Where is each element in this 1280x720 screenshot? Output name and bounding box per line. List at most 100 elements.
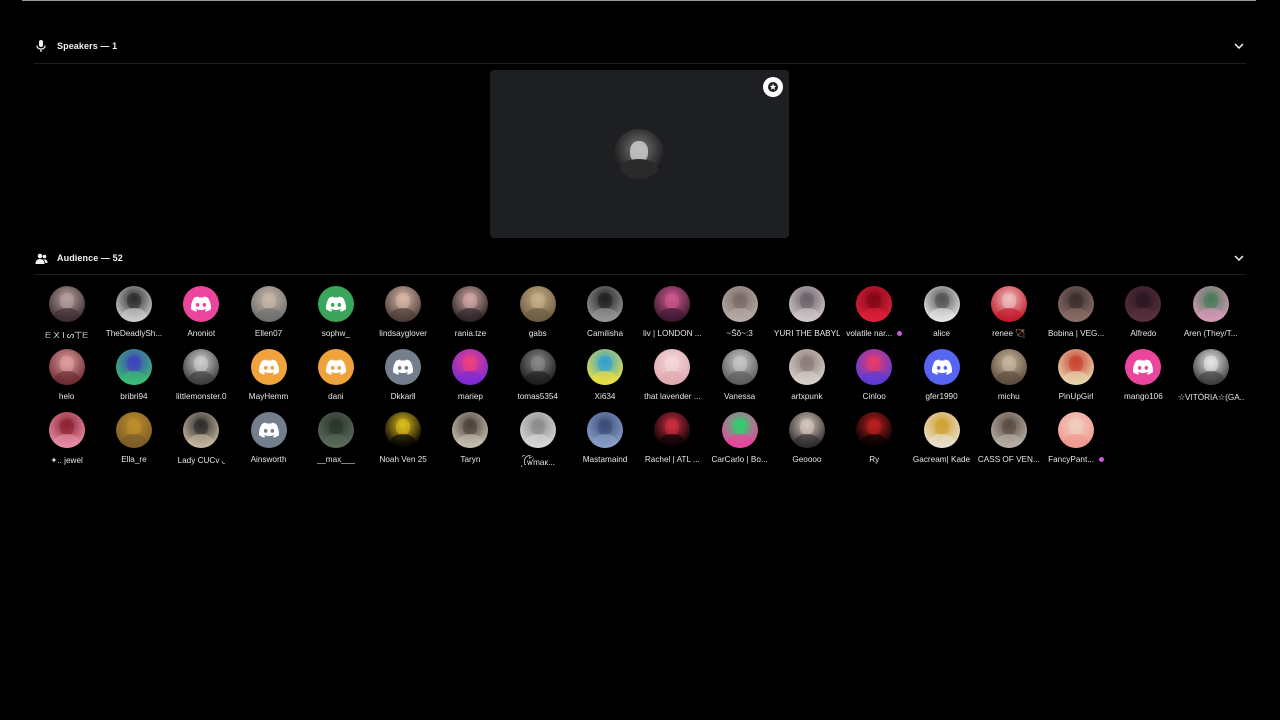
member-avatar[interactable]: [1058, 286, 1095, 322]
member-avatar[interactable]: [923, 286, 960, 322]
audience-member[interactable]: littlemonster.0: [168, 349, 235, 412]
member-avatar[interactable]: [519, 349, 556, 385]
member-avatar[interactable]: [654, 412, 691, 448]
member-avatar[interactable]: [990, 286, 1027, 322]
member-avatar[interactable]: [587, 286, 624, 322]
audience-member[interactable]: ᗴ ᙭ I ᔕ丅ᗴ: [33, 286, 100, 349]
member-avatar[interactable]: [990, 349, 1027, 385]
audience-member[interactable]: lindsayglover: [369, 286, 436, 349]
audience-member[interactable]: that lavender ...: [639, 349, 706, 412]
member-avatar[interactable]: [115, 286, 152, 322]
member-avatar[interactable]: [721, 286, 758, 322]
audience-member[interactable]: mariep: [437, 349, 504, 412]
audience-member[interactable]: sophw_: [302, 286, 369, 349]
audience-member[interactable]: TheDeadlySh...: [100, 286, 167, 349]
audience-member[interactable]: artxpunk: [773, 349, 840, 412]
audience-member[interactable]: Mastamaind: [571, 412, 638, 475]
member-avatar[interactable]: [721, 412, 758, 448]
audience-member[interactable]: Anoniot: [168, 286, 235, 349]
audience-member[interactable]: gabs: [504, 286, 571, 349]
audience-member[interactable]: ˛ꪶ꫁ꪝ꫁maк...: [504, 412, 571, 475]
member-avatar[interactable]: [990, 412, 1027, 448]
chevron-down-icon[interactable]: [1232, 251, 1246, 265]
member-avatar[interactable]: [48, 349, 85, 385]
discord-default-avatar-icon[interactable]: [183, 286, 220, 322]
audience-member[interactable]: ~Ŝŏ~:3: [706, 286, 773, 349]
audience-member[interactable]: FancyPant...: [1042, 412, 1109, 475]
member-avatar[interactable]: [856, 286, 893, 322]
member-avatar[interactable]: [654, 286, 691, 322]
audience-member[interactable]: CASS OF VEN...: [975, 412, 1042, 475]
member-avatar[interactable]: [1058, 412, 1095, 448]
member-avatar[interactable]: [183, 412, 220, 448]
audience-member[interactable]: Ry: [841, 412, 908, 475]
audience-member[interactable]: tomas5354: [504, 349, 571, 412]
discord-default-avatar-icon[interactable]: [317, 286, 354, 322]
speaker-avatar[interactable]: [614, 129, 664, 179]
audience-member[interactable]: YURI THE BABYL...: [773, 286, 840, 349]
audience-member[interactable]: Bobina | VEG...: [1042, 286, 1109, 349]
audience-member[interactable]: Ainsworth: [235, 412, 302, 475]
discord-default-avatar-icon[interactable]: [250, 412, 287, 448]
speaker-tile[interactable]: [490, 70, 789, 238]
discord-default-avatar-icon[interactable]: [317, 349, 354, 385]
audience-member[interactable]: Alfredo: [1110, 286, 1177, 349]
member-avatar[interactable]: [788, 286, 825, 322]
audience-member[interactable]: rania.tze: [437, 286, 504, 349]
audience-section-header[interactable]: Audience — 52: [34, 248, 1246, 268]
audience-member[interactable]: Aren (They/T...: [1177, 286, 1244, 349]
member-avatar[interactable]: [452, 412, 489, 448]
audience-member[interactable]: Ella_re: [100, 412, 167, 475]
member-avatar[interactable]: [452, 349, 489, 385]
member-avatar[interactable]: [856, 349, 893, 385]
member-avatar[interactable]: [788, 349, 825, 385]
audience-member[interactable]: gfer1990: [908, 349, 975, 412]
audience-member[interactable]: volatile nar...: [841, 286, 908, 349]
member-avatar[interactable]: [519, 412, 556, 448]
audience-member[interactable]: liv | LONDON ...: [639, 286, 706, 349]
discord-default-avatar-icon[interactable]: [923, 349, 960, 385]
audience-member[interactable]: bribri94: [100, 349, 167, 412]
member-avatar[interactable]: [788, 412, 825, 448]
member-avatar[interactable]: [587, 412, 624, 448]
member-avatar[interactable]: [452, 286, 489, 322]
member-avatar[interactable]: [587, 349, 624, 385]
member-avatar[interactable]: [1192, 286, 1229, 322]
audience-member[interactable]: Ellen07: [235, 286, 302, 349]
audience-member[interactable]: Xi634: [571, 349, 638, 412]
audience-member[interactable]: MayHemm: [235, 349, 302, 412]
discord-default-avatar-icon[interactable]: [385, 349, 422, 385]
member-avatar[interactable]: [519, 286, 556, 322]
audience-member[interactable]: PinUpGirl: [1042, 349, 1109, 412]
member-avatar[interactable]: [250, 286, 287, 322]
member-avatar[interactable]: [923, 412, 960, 448]
audience-member[interactable]: Gacream| Kade: [908, 412, 975, 475]
audience-member[interactable]: ✦.. jewel: [33, 412, 100, 475]
audience-member[interactable]: renee 🏹: [975, 286, 1042, 349]
member-avatar[interactable]: [856, 412, 893, 448]
audience-member[interactable]: Noah Ven 25: [369, 412, 436, 475]
audience-member[interactable]: Dkkarll: [369, 349, 436, 412]
audience-member[interactable]: helo: [33, 349, 100, 412]
audience-member[interactable]: Rachel | ATL ...: [639, 412, 706, 475]
member-avatar[interactable]: [115, 349, 152, 385]
audience-member[interactable]: Lady CUCv ◟: [168, 412, 235, 475]
audience-member[interactable]: __max___: [302, 412, 369, 475]
speakers-section-header[interactable]: Speakers — 1: [34, 36, 1246, 56]
audience-member[interactable]: michu: [975, 349, 1042, 412]
member-avatar[interactable]: [1125, 286, 1162, 322]
audience-member[interactable]: mango106: [1110, 349, 1177, 412]
member-avatar[interactable]: [48, 286, 85, 322]
member-avatar[interactable]: [1058, 349, 1095, 385]
audience-member[interactable]: Taryn: [437, 412, 504, 475]
audience-member[interactable]: ☆VITÓRIA☆(GA...: [1177, 349, 1244, 412]
member-avatar[interactable]: [183, 349, 220, 385]
audience-member[interactable]: alice: [908, 286, 975, 349]
member-avatar[interactable]: [48, 412, 85, 448]
audience-member[interactable]: dani: [302, 349, 369, 412]
audience-member[interactable]: Cinloo: [841, 349, 908, 412]
discord-default-avatar-icon[interactable]: [250, 349, 287, 385]
member-avatar[interactable]: [385, 286, 422, 322]
member-avatar[interactable]: [1192, 349, 1229, 385]
member-avatar[interactable]: [317, 412, 354, 448]
